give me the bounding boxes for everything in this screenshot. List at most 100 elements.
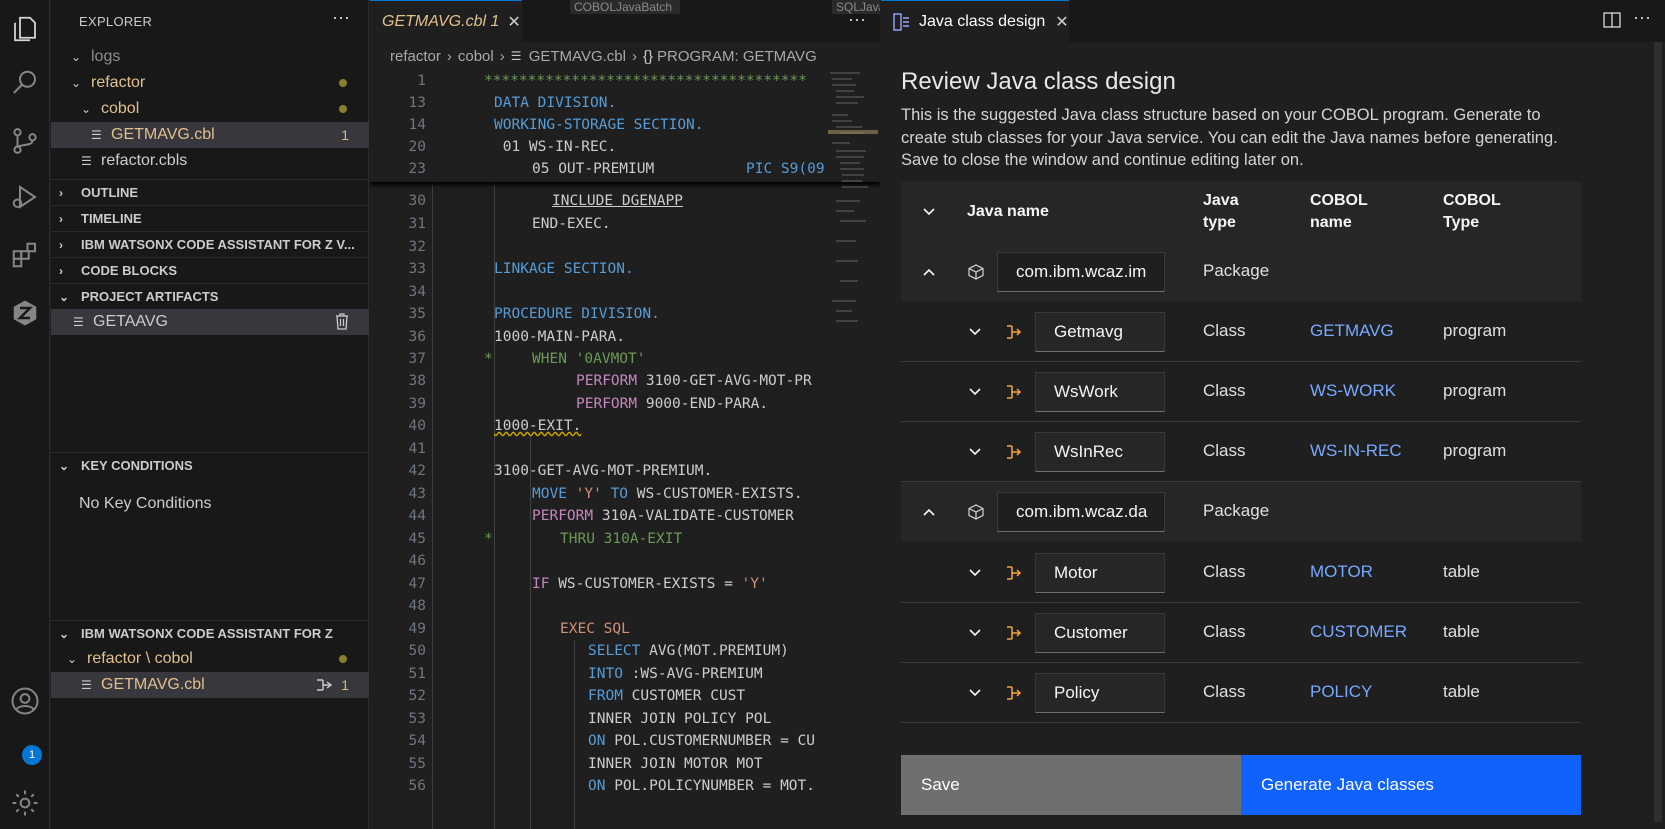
section-project-artifacts[interactable]: ⌄ PROJECT ARTIFACTS [51, 283, 369, 309]
chevron-down-icon[interactable] [965, 623, 985, 643]
breadcrumb-item[interactable]: GETMAVG.cbl [529, 48, 626, 65]
code-text: SELECT AVG(MOT.PREMIUM) [588, 640, 789, 663]
breadcrumb-item[interactable]: cobol [458, 48, 494, 65]
java-name-input[interactable]: com.ibm.wcaz.im [997, 252, 1165, 292]
section-title: PROJECT ARTIFACTS [81, 289, 219, 304]
no-key-conditions-text: No Key Conditions [79, 495, 212, 512]
chevron-right-icon: › [59, 237, 63, 252]
close-icon[interactable]: ✕ [507, 12, 520, 32]
tab-java-class-design[interactable]: Java class design ✕ [881, 0, 1069, 42]
source-control-icon[interactable] [8, 124, 42, 158]
java-name-input[interactable]: Motor [1035, 553, 1165, 593]
close-icon[interactable]: ✕ [1055, 12, 1068, 32]
explorer-icon[interactable] [8, 12, 42, 46]
watsonx-z-icon[interactable] [8, 296, 42, 330]
section-watsonx-2[interactable]: ⌄ IBM WATSONX CODE ASSISTANT FOR Z [51, 620, 369, 646]
header-cobol-type[interactable]: COBOL Type [1443, 190, 1523, 234]
java-name-input[interactable]: Getmavg [1035, 312, 1165, 352]
code-text: MOVE 'Y' TO WS-CUSTOMER-EXISTS. [532, 483, 803, 506]
table-row[interactable]: com.ibm.wcaz.da Package [901, 482, 1581, 542]
explorer-sidebar: EXPLORER ⋯ ⌄ logs ⌄ refactor ⌄ cobol ☰ G… [51, 0, 369, 829]
breadcrumb-item[interactable]: refactor [390, 48, 441, 65]
tree-folder-refactor[interactable]: ⌄ refactor [51, 70, 369, 96]
extensions-icon[interactable] [8, 238, 42, 272]
scrollbar-thumb[interactable] [1654, 42, 1662, 822]
line-number: 54 [408, 733, 426, 749]
section-code-blocks[interactable]: › CODE BLOCKS [51, 257, 369, 283]
class-icon [1007, 385, 1022, 399]
tree-file-getmavg-2[interactable]: ☰ GETMAVG.cbl 1 [51, 672, 369, 698]
code-token: PERFORM [576, 396, 638, 412]
tree-file-refactor-cbls[interactable]: ☰ refactor.cbls [51, 148, 369, 174]
code-token: POL.CUSTOMERNUMBER = CU [605, 733, 815, 749]
section-watsonx[interactable]: › IBM WATSONX CODE ASSISTANT FOR Z V... [51, 231, 369, 257]
section-outline[interactable]: › OUTLINE [51, 179, 369, 205]
java-type-cell: Package [1203, 501, 1270, 520]
account-icon[interactable] [8, 684, 42, 718]
java-type-cell: Class [1203, 682, 1246, 701]
tree-folder-logs[interactable]: ⌄ logs [51, 44, 369, 70]
java-type-cell: Class [1203, 562, 1246, 581]
java-name-input[interactable]: WsWork [1035, 372, 1165, 412]
artifact-item[interactable]: ☰ GETAAVG [51, 309, 369, 335]
editor-more-icon[interactable]: ⋯ [848, 10, 866, 31]
table-row[interactable]: com.ibm.wcaz.im Package [901, 242, 1581, 302]
generate-java-classes-button[interactable]: Generate Java classes [1241, 755, 1581, 815]
table-row[interactable]: Motor Class MOTOR table [901, 543, 1581, 603]
explorer-more-icon[interactable]: ⋯ [332, 8, 350, 29]
tree-folder-cobol[interactable]: ⌄ cobol [51, 96, 369, 122]
table-row[interactable]: Policy Class POLICY table [901, 663, 1581, 723]
section-title: IBM WATSONX CODE ASSISTANT FOR Z [81, 626, 333, 641]
settings-gear-icon[interactable] [8, 786, 42, 820]
code-token: :WS-AVG-PREMIUM [622, 666, 763, 682]
chevron-down-icon[interactable] [965, 322, 985, 342]
chevron-up-icon[interactable] [919, 262, 939, 282]
header-java-type[interactable]: Java type [1203, 190, 1263, 234]
cobol-name-cell[interactable]: WS-WORK [1310, 381, 1396, 401]
code-text: INCLUDE DGENAPP [552, 190, 683, 213]
panel-scrollbar[interactable] [1651, 42, 1665, 829]
code-text: FROM CUSTOMER CUST [588, 685, 745, 708]
table-row[interactable]: WsWork Class WS-WORK program [901, 362, 1581, 422]
chevron-down-icon[interactable] [919, 202, 939, 222]
editor-tab-bar: GETMAVG.cbl 1 ✕ COBOLJavaBatch SQLJava ⋯ [370, 0, 880, 42]
chevron-down-icon[interactable] [965, 563, 985, 583]
breadcrumb-item[interactable]: PROGRAM: GETMAVG [657, 48, 817, 65]
cobol-type-cell: program [1443, 381, 1507, 400]
chevron-up-icon[interactable] [919, 502, 939, 522]
tab-getmavg[interactable]: GETMAVG.cbl 1 ✕ [370, 0, 522, 42]
chevron-down-icon[interactable] [965, 382, 985, 402]
chevron-down-icon[interactable] [965, 683, 985, 703]
cobol-name-cell[interactable]: CUSTOMER [1310, 622, 1407, 642]
save-button[interactable]: Save [901, 755, 1241, 815]
tree-folder-refactor-cobol[interactable]: ⌄ refactor \ cobol [51, 646, 369, 672]
chevron-down-icon[interactable] [965, 442, 985, 462]
java-name-input[interactable]: WsInRec [1035, 432, 1165, 472]
trash-icon[interactable] [335, 313, 349, 330]
cobol-name-cell[interactable]: MOTOR [1310, 562, 1373, 582]
java-name-input[interactable]: Customer [1035, 613, 1165, 653]
code-token: ON [588, 778, 606, 794]
search-icon[interactable] [8, 66, 42, 100]
java-class-design-icon[interactable] [315, 677, 333, 693]
split-editor-icon[interactable] [1603, 12, 1621, 28]
minimap[interactable] [828, 70, 878, 490]
tree-file-getmavg[interactable]: ☰ GETMAVG.cbl 1 [51, 122, 369, 148]
run-debug-icon[interactable] [8, 180, 42, 214]
line-number: 55 [408, 756, 426, 772]
section-key-conditions[interactable]: ⌄ KEY CONDITIONS [51, 452, 369, 478]
panel-more-icon[interactable]: ⋯ [1633, 8, 1651, 29]
java-name-input[interactable]: com.ibm.wcaz.da [997, 492, 1165, 532]
java-name-input[interactable]: Policy [1035, 673, 1165, 713]
cobol-name-cell[interactable]: WS-IN-REC [1310, 441, 1402, 461]
header-java-name[interactable]: Java name [967, 201, 1049, 223]
table-row[interactable]: Getmavg Class GETMAVG program [901, 302, 1581, 362]
table-row[interactable]: WsInRec Class WS-IN-REC program [901, 422, 1581, 482]
header-cobol-name[interactable]: COBOL name [1310, 190, 1390, 234]
cobol-name-cell[interactable]: POLICY [1310, 682, 1372, 702]
cobol-name-cell[interactable]: GETMAVG [1310, 321, 1394, 341]
table-row[interactable]: Customer Class CUSTOMER table [901, 603, 1581, 663]
line-number: 20 [408, 139, 426, 155]
section-timeline[interactable]: › TIMELINE [51, 205, 369, 231]
code-token: POL.POLICYNUMBER = MOT. [605, 778, 815, 794]
